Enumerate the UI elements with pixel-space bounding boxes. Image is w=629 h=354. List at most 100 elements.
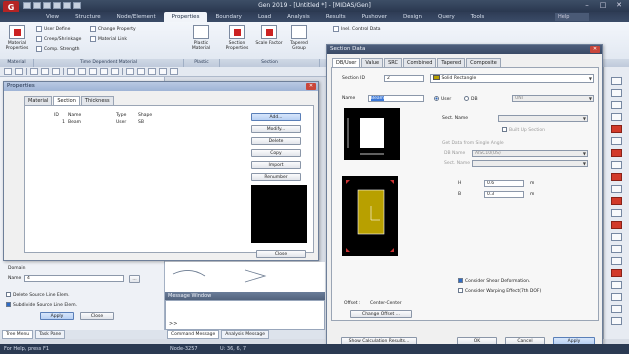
browse-button[interactable]: ... — [129, 275, 140, 283]
user-radio[interactable]: User — [434, 96, 451, 102]
tab-tree-menu[interactable]: Tree Menu — [2, 330, 34, 339]
consider-warping-box[interactable] — [458, 288, 463, 293]
b-field[interactable]: 0.3 — [484, 191, 524, 198]
toolbar-icon[interactable] — [67, 68, 75, 75]
material-link-button[interactable]: Material Link — [90, 36, 127, 42]
user-radio-button[interactable] — [434, 96, 439, 101]
toolbar-icon[interactable] — [159, 68, 167, 75]
tab-pushover[interactable]: Pushover — [354, 12, 395, 22]
tab-combined[interactable]: Combined — [403, 58, 437, 67]
maximize-icon[interactable]: □ — [597, 1, 609, 9]
tab-analysis-message[interactable]: Analysis Message — [221, 330, 269, 339]
delete-button[interactable]: Delete — [251, 137, 301, 145]
built-up-box[interactable] — [502, 127, 507, 132]
plastic-material-button[interactable]: Plastic Material — [186, 25, 216, 51]
copy-button[interactable]: Copy — [251, 149, 301, 157]
tab-properties[interactable]: Properties — [163, 12, 208, 22]
help-button[interactable]: Help — [555, 13, 589, 21]
minimize-icon[interactable]: – — [581, 1, 593, 9]
tab-value[interactable]: Value — [361, 58, 384, 67]
close-panel-button[interactable]: Close — [80, 312, 114, 320]
delete-source-checkbox[interactable]: Delete Source Line Elem. — [6, 292, 70, 298]
subdivide-source-checkbox[interactable]: Subdivide Source Line Elem. — [6, 302, 77, 308]
toolbar-icon[interactable] — [611, 149, 622, 157]
toolbar-icon[interactable] — [611, 245, 622, 253]
modify-button[interactable]: Modify... — [251, 125, 301, 133]
consider-shear-box[interactable] — [458, 278, 463, 283]
toolbar-icon[interactable] — [611, 137, 622, 145]
tab-view[interactable]: View — [38, 12, 67, 22]
toolbar-icon[interactable] — [611, 125, 622, 133]
section-shape-select[interactable]: Solid Rectangle ▼ — [430, 74, 594, 83]
toolbar-icon[interactable] — [611, 185, 622, 193]
print-icon[interactable] — [53, 2, 61, 9]
tab-results[interactable]: Results — [318, 12, 354, 22]
creep-shrinkage-button[interactable]: Creep/Shrinkage — [36, 36, 81, 42]
toolbar-icon[interactable] — [52, 68, 60, 75]
user-define-button[interactable]: User Define — [36, 26, 70, 32]
toolbar-icon[interactable] — [611, 113, 622, 121]
tab-tools[interactable]: Tools — [463, 12, 493, 22]
tab-load[interactable]: Load — [250, 12, 279, 22]
toolbar-icon[interactable] — [170, 68, 178, 75]
new-file-icon[interactable] — [23, 2, 31, 9]
toolbar-icon[interactable] — [137, 68, 145, 75]
db-radio[interactable]: DB — [464, 96, 478, 102]
toolbar-icon[interactable] — [611, 305, 622, 313]
section-properties-button[interactable]: Section Properties — [222, 25, 252, 51]
toolbar-icon[interactable] — [611, 257, 622, 265]
toolbar-icon[interactable] — [148, 68, 156, 75]
close-button[interactable]: Close — [256, 250, 306, 258]
change-property-button[interactable]: Change Property — [90, 26, 136, 32]
tab-tapered[interactable]: Tapered — [437, 58, 466, 67]
sect-name2-select[interactable]: ▼ — [472, 160, 588, 167]
close-icon[interactable]: ✕ — [613, 1, 625, 9]
tab-section[interactable]: Section — [53, 96, 80, 105]
toolbar-icon[interactable] — [4, 68, 12, 75]
toolbar-icon[interactable] — [611, 101, 622, 109]
tab-composite[interactable]: Composite — [466, 58, 501, 67]
toolbar-icon[interactable] — [15, 68, 23, 75]
table-row[interactable]: 1 Beam User SB — [54, 120, 168, 125]
toolbar-icon[interactable] — [611, 317, 622, 325]
db-name-select[interactable]: AISC10(US) ▼ — [472, 150, 588, 157]
tab-analysis[interactable]: Analysis — [279, 12, 318, 22]
tapered-group-button[interactable]: Tapered Group — [284, 25, 314, 51]
sect-name-select[interactable]: ▼ — [498, 115, 588, 122]
toolbar-icon[interactable] — [611, 293, 622, 301]
add-button[interactable]: Add... — [251, 113, 301, 121]
toolbar-icon[interactable] — [611, 89, 622, 97]
consider-shear-checkbox[interactable]: Consider Shear Deformation. — [458, 278, 530, 284]
subdivide-source-box[interactable] — [6, 302, 11, 307]
tab-src[interactable]: SRC — [384, 58, 402, 67]
db-select[interactable]: UNI ▼ — [512, 95, 594, 102]
inel-control-button[interactable]: Inel. Control Data — [333, 26, 381, 32]
open-file-icon[interactable] — [33, 2, 41, 9]
redo-icon[interactable] — [73, 2, 81, 9]
import-button[interactable]: Import — [251, 161, 301, 169]
undo-icon[interactable] — [63, 2, 71, 9]
section-name-field[interactable]: Beam — [368, 95, 424, 102]
renumber-button[interactable]: Renumber — [251, 173, 301, 181]
toolbar-icon[interactable] — [111, 68, 119, 75]
tab-structure[interactable]: Structure — [67, 12, 109, 22]
section-id-field[interactable]: 2 — [384, 75, 424, 82]
tab-db-user[interactable]: DB/User — [332, 58, 361, 67]
model-view[interactable] — [165, 262, 325, 292]
change-offset-button[interactable]: Change Offset ... — [350, 310, 412, 318]
tab-thickness[interactable]: Thickness — [80, 96, 114, 105]
delete-source-box[interactable] — [6, 292, 11, 297]
tab-boundary[interactable]: Boundary — [207, 12, 250, 22]
tab-query[interactable]: Query — [430, 12, 463, 22]
apply-button[interactable]: Apply — [40, 312, 74, 320]
toolbar-icon[interactable] — [611, 173, 622, 181]
save-icon[interactable] — [43, 2, 51, 9]
comp-strength-button[interactable]: Comp. Strength — [36, 46, 79, 52]
toolbar-icon[interactable] — [30, 68, 38, 75]
toolbar-icon[interactable] — [611, 161, 622, 169]
tab-material[interactable]: Material — [24, 96, 53, 105]
toolbar-icon[interactable] — [611, 197, 622, 205]
built-up-checkbox[interactable]: Built Up Section — [502, 127, 545, 133]
toolbar-icon[interactable] — [611, 221, 622, 229]
toolbar-icon[interactable] — [611, 233, 622, 241]
